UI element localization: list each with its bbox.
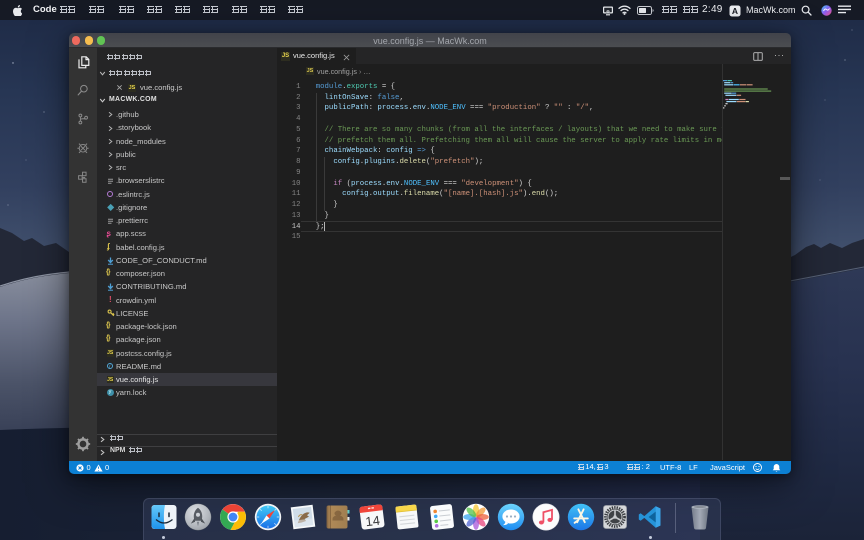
- svg-text:14: 14: [365, 513, 381, 530]
- svg-text:A: A: [732, 6, 738, 16]
